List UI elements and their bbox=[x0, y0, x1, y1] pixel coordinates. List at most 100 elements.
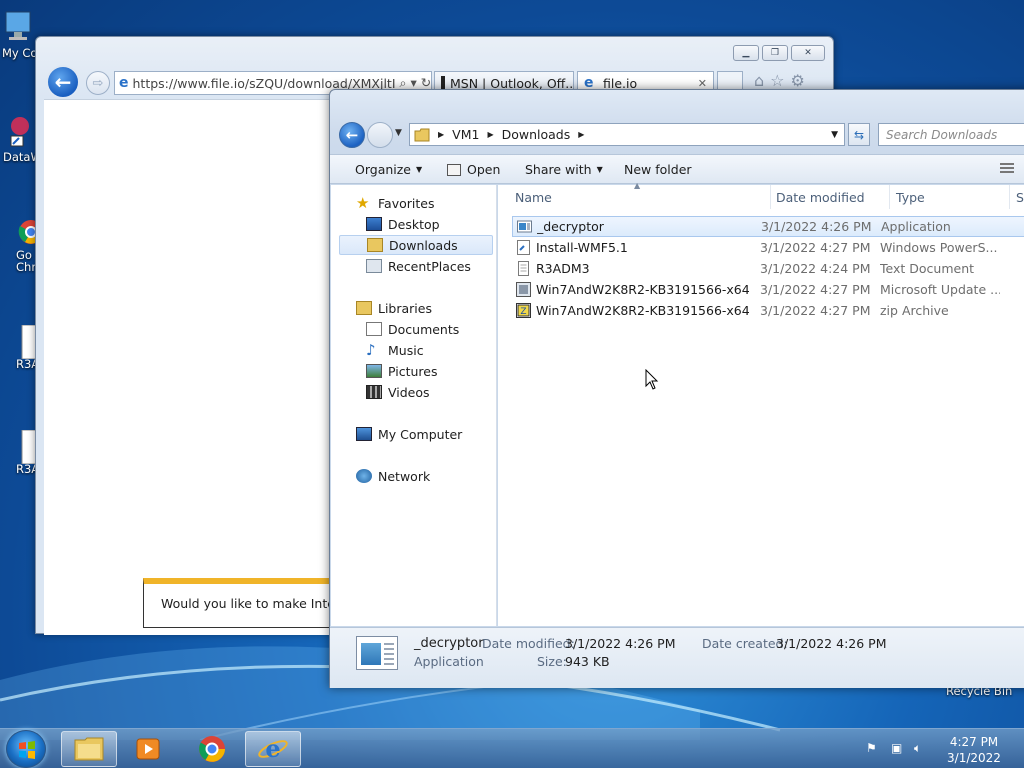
breadcrumb-item-downloads[interactable]: Downloads bbox=[502, 127, 571, 142]
breadcrumb-separator-icon[interactable]: ▶ bbox=[578, 130, 584, 139]
nav-pictures[interactable]: Pictures bbox=[366, 361, 438, 381]
nav-music[interactable]: ♪ Music bbox=[366, 340, 424, 360]
action-center-flag-icon[interactable]: ⚑ bbox=[866, 741, 877, 755]
maximize-button[interactable]: ❐ bbox=[762, 45, 788, 61]
refresh-button[interactable]: ⇆ bbox=[848, 123, 870, 146]
taskbar: e ⚑ ▣ 🔈︎ 4:27 PM 3/1/2022 bbox=[0, 728, 1024, 768]
breadcrumb[interactable]: ▶ VM1 ▶ Downloads ▶ ▼ bbox=[409, 123, 845, 146]
computer-icon bbox=[5, 11, 31, 40]
computer-icon bbox=[356, 427, 372, 441]
ie-back-button[interactable]: ← bbox=[46, 65, 80, 99]
breadcrumb-separator-icon[interactable]: ▶ bbox=[438, 130, 444, 139]
change-view-icon[interactable] bbox=[1000, 163, 1014, 175]
back-arrow-icon: ← bbox=[345, 126, 359, 144]
column-header-size[interactable]: Si bbox=[1016, 185, 1024, 209]
ie-forward-button[interactable]: ⇨ bbox=[86, 71, 110, 95]
taskbar-media-player-button[interactable] bbox=[120, 731, 176, 767]
column-header-name[interactable]: Name bbox=[515, 185, 771, 209]
breadcrumb-separator-icon[interactable]: ▶ bbox=[487, 130, 493, 139]
search-input[interactable]: Search Downloads bbox=[878, 123, 1024, 146]
taskbar-internet-explorer-button[interactable]: e bbox=[245, 731, 301, 767]
file-type: Application bbox=[881, 219, 951, 234]
nav-label: Downloads bbox=[389, 237, 458, 253]
details-size-value: 943 KB bbox=[565, 654, 610, 669]
breadcrumb-item-vm1[interactable]: VM1 bbox=[452, 127, 479, 142]
file-name: Win7AndW2K8R2-KB3191566-x64 bbox=[536, 282, 750, 297]
minimize-button[interactable]: ▁ bbox=[733, 45, 759, 61]
window-caption-buttons: ▁ ❐ ✕ bbox=[733, 45, 825, 61]
share-with-button[interactable]: Share with ▼ bbox=[525, 162, 603, 177]
powershell-script-icon bbox=[517, 240, 530, 255]
clock-date: 3/1/2022 bbox=[947, 751, 1001, 765]
nav-my-computer[interactable]: My Computer bbox=[356, 424, 462, 444]
file-date-modified: 3/1/2022 4:27 PM bbox=[760, 303, 871, 318]
pictures-icon bbox=[366, 364, 382, 378]
details-pane: _decryptor Application Date modified: 3/… bbox=[330, 627, 1024, 688]
column-header-date-modified[interactable]: Date modified bbox=[776, 185, 890, 209]
explorer-back-button[interactable]: ← bbox=[339, 122, 365, 148]
nav-favorites[interactable]: ★ Favorites bbox=[356, 193, 434, 213]
close-button[interactable]: ✕ bbox=[791, 45, 825, 61]
details-date-modified-value: 3/1/2022 4:26 PM bbox=[565, 636, 676, 651]
open-button[interactable]: Open bbox=[447, 162, 500, 177]
application-icon bbox=[517, 220, 532, 233]
nav-documents[interactable]: Documents bbox=[366, 319, 459, 339]
nav-label: Desktop bbox=[388, 216, 440, 232]
nav-desktop[interactable]: Desktop bbox=[366, 214, 440, 234]
film-strip-icon bbox=[366, 385, 382, 399]
folder-icon bbox=[74, 737, 104, 761]
network-tray-icon[interactable]: ▣ bbox=[891, 741, 902, 755]
file-row[interactable]: Win7AndW2K8R2-KB3191566-x64 3/1/2022 4:2… bbox=[512, 279, 1024, 300]
file-type: Windows PowerS... bbox=[880, 240, 998, 255]
new-folder-label: New folder bbox=[624, 162, 692, 177]
column-header-label: Name bbox=[515, 189, 552, 205]
application-icon bbox=[356, 636, 398, 670]
file-row[interactable]: Install-WMF5.1 3/1/2022 4:27 PM Windows … bbox=[512, 237, 1024, 258]
file-row[interactable]: R3ADM3 3/1/2022 4:24 PM Text Document bbox=[512, 258, 1024, 279]
file-name: _decryptor bbox=[537, 219, 604, 234]
windows-logo-icon bbox=[19, 741, 35, 759]
explorer-forward-button[interactable] bbox=[367, 122, 393, 148]
chevron-down-icon: ▼ bbox=[596, 165, 603, 174]
favorites-star-icon[interactable]: ☆ bbox=[770, 71, 784, 90]
zip-archive-icon: Z bbox=[516, 303, 531, 318]
taskbar-clock[interactable]: 4:27 PM 3/1/2022 bbox=[946, 734, 1002, 766]
home-icon[interactable]: ⌂ bbox=[754, 71, 764, 90]
nav-label: Libraries bbox=[378, 300, 432, 316]
file-type: Microsoft Update ... bbox=[880, 282, 1000, 297]
file-name: Install-WMF5.1 bbox=[536, 240, 628, 255]
details-size-label: Size: bbox=[537, 654, 567, 669]
command-bar: Organize ▼ Open Share with ▼ New folder bbox=[330, 154, 1024, 184]
start-button[interactable] bbox=[6, 730, 46, 768]
ie-page-icon: e bbox=[119, 75, 129, 91]
music-note-icon: ♪ bbox=[366, 341, 376, 359]
nav-libraries[interactable]: Libraries bbox=[356, 298, 432, 318]
nav-network[interactable]: Network bbox=[356, 466, 430, 486]
file-row[interactable]: _decryptor 3/1/2022 4:26 PM Application bbox=[512, 216, 1024, 237]
desktop-icon bbox=[366, 217, 382, 231]
nav-recent-places[interactable]: RecentPlaces bbox=[366, 256, 471, 276]
gear-icon[interactable]: ⚙ bbox=[791, 71, 805, 90]
volume-icon[interactable]: 🔈︎ bbox=[914, 741, 921, 756]
recent-pages-dropdown-icon[interactable]: ▼ bbox=[395, 128, 402, 138]
file-name: R3ADM3 bbox=[536, 261, 590, 276]
column-header-type[interactable]: Type bbox=[896, 185, 1010, 209]
column-header-label: Si bbox=[1016, 189, 1024, 205]
file-type: zip Archive bbox=[880, 303, 949, 318]
nav-downloads[interactable]: Downloads bbox=[339, 235, 493, 255]
chevron-down-icon: ▼ bbox=[416, 165, 423, 174]
refresh-icon: ⇆ bbox=[853, 127, 865, 142]
open-label: Open bbox=[467, 162, 501, 177]
ie-tab-close-icon[interactable]: ✕ bbox=[698, 77, 707, 90]
organize-button[interactable]: Organize ▼ bbox=[355, 162, 422, 177]
ie-icon: e bbox=[258, 734, 288, 763]
back-arrow-icon: ← bbox=[54, 70, 72, 94]
nav-videos[interactable]: Videos bbox=[366, 382, 430, 402]
new-folder-button[interactable]: New folder bbox=[624, 162, 692, 177]
address-history-dropdown-icon[interactable]: ▼ bbox=[831, 130, 838, 140]
details-file-name: _decryptor bbox=[414, 636, 484, 651]
taskbar-chrome-button[interactable] bbox=[184, 731, 240, 767]
nav-label: Documents bbox=[388, 321, 460, 337]
file-row[interactable]: Z Win7AndW2K8R2-KB3191566-x64 3/1/2022 4… bbox=[512, 300, 1024, 321]
taskbar-explorer-button[interactable] bbox=[61, 731, 117, 767]
